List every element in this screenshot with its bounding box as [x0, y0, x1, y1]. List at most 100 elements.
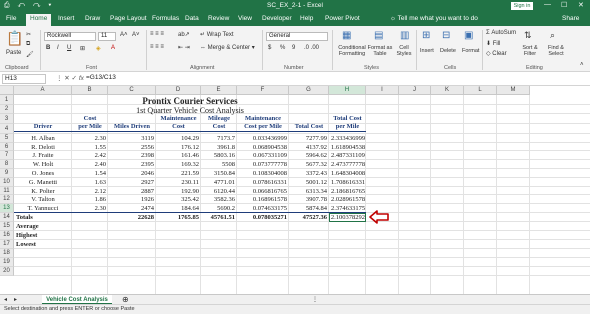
delete-cells-icon[interactable]: ⊟ [442, 30, 450, 41]
tab-view[interactable]: View [238, 15, 252, 22]
row-header-18[interactable]: 18 [0, 249, 14, 258]
column-heading[interactable]: Driver [14, 115, 72, 132]
data-cell[interactable]: 0.108304008 [239, 170, 287, 177]
select-all-corner[interactable] [0, 86, 14, 95]
find-select-icon[interactable]: ⌕ [550, 30, 555, 41]
row-header-16[interactable]: 16 [0, 231, 14, 240]
data-cell[interactable]: 192.90 [158, 188, 199, 195]
collapse-ribbon-icon[interactable]: ˄ [580, 62, 584, 68]
worksheet-grid[interactable]: A B C D E F G H I J K L M 1 2 3 4 5 6 7 8 9 10 11 12 13 14 15 16 17 18… [0, 86, 590, 294]
row-header-2[interactable]: 2 [0, 105, 14, 114]
column-header-a[interactable]: A [14, 86, 72, 95]
row-header-9[interactable]: 9 [0, 169, 14, 178]
maximize-icon[interactable]: ☐ [561, 1, 567, 9]
cut-icon[interactable]: ✂ [26, 31, 31, 38]
data-cell[interactable]: 3372.43 [291, 170, 327, 177]
totals-cell[interactable]: 22628 [110, 214, 154, 221]
data-cell[interactable]: 221.59 [158, 170, 199, 177]
totals-cell[interactable]: 47527.36 [291, 214, 327, 221]
data-cell[interactable]: 2556 [110, 144, 154, 151]
insert-cells-icon[interactable]: ⊞ [422, 30, 430, 41]
conditional-formatting-icon[interactable]: ▦ [342, 30, 351, 41]
cell-styles-icon[interactable]: ▥ [400, 30, 409, 41]
summary-label-cell[interactable]: Highest [16, 232, 70, 239]
percent-button[interactable]: % [280, 45, 285, 51]
borders-icon[interactable]: ⊞ [80, 45, 85, 52]
data-cell[interactable]: 325.42 [158, 196, 199, 203]
orientation-icon[interactable]: ab↗ [178, 31, 190, 38]
formula-input[interactable]: =G13/C13 [86, 74, 116, 81]
tab-formulas[interactable]: Formulas [152, 15, 179, 22]
data-cell[interactable]: 5677.32 [291, 161, 327, 168]
insert-button[interactable]: Insert [420, 48, 434, 54]
data-cell[interactable]: 3150.84 [203, 170, 235, 177]
sheet-subtitle[interactable]: 1st Quarter Vehicle Cost Analysis [14, 106, 366, 115]
data-cell[interactable]: 2395 [110, 161, 154, 168]
data-cell[interactable]: 4137.92 [291, 144, 327, 151]
data-cell[interactable]: 2.12 [74, 188, 106, 195]
data-cell[interactable]: 2398 [110, 152, 154, 159]
driver-name-cell[interactable]: W. Holt [16, 161, 70, 168]
column-heading[interactable]: Maintenance Cost per Mile [237, 115, 289, 132]
minimize-icon[interactable]: — [544, 1, 551, 8]
tell-me-search[interactable]: ☼ Tell me what you want to do [390, 15, 478, 22]
column-heading[interactable]: Miles Driven [108, 115, 156, 132]
prev-sheet-icon[interactable]: ◂ [4, 296, 7, 303]
column-header-f[interactable]: F [237, 86, 289, 95]
data-cell[interactable]: 161.46 [158, 152, 199, 159]
driver-name-cell[interactable]: H. Alban [16, 135, 70, 142]
next-sheet-icon[interactable]: ▸ [14, 296, 17, 303]
data-cell[interactable]: 2.42 [74, 152, 106, 159]
row-header-6[interactable]: 6 [0, 143, 14, 151]
row-header-20[interactable]: 20 [0, 267, 14, 276]
delete-button[interactable]: Delete [440, 48, 456, 54]
column-header-c[interactable]: C [108, 86, 156, 95]
driver-name-cell[interactable]: V. Talton [16, 196, 70, 203]
data-cell[interactable]: 2.333436999 [331, 135, 365, 142]
data-cell[interactable]: 3907.78 [291, 196, 327, 203]
autosum-button[interactable]: Σ AutoSum [486, 30, 516, 36]
row-header-13[interactable]: 13 [0, 204, 14, 213]
number-format-dropdown[interactable]: General [266, 32, 328, 41]
data-cell[interactable]: 1.55 [74, 144, 106, 151]
summary-label-cell[interactable]: Average [16, 223, 70, 230]
format-as-table-button[interactable]: Format as Table [366, 45, 394, 57]
font-size-dropdown[interactable]: 11 [98, 32, 116, 41]
data-cell[interactable]: 5803.16 [203, 152, 235, 159]
row-header-1[interactable]: 1 [0, 95, 14, 105]
data-cell[interactable]: 0.066816765 [239, 188, 287, 195]
data-cell[interactable]: 5001.12 [291, 179, 327, 186]
data-cell[interactable]: 7277.99 [291, 135, 327, 142]
format-cells-icon[interactable]: ▣ [464, 30, 473, 41]
totals-cell[interactable]: 45761.51 [203, 214, 235, 221]
data-cell[interactable]: 1.708616331 [331, 179, 365, 186]
italic-button[interactable]: I [57, 45, 59, 51]
column-header-h[interactable]: H [329, 86, 366, 95]
sign-in-button[interactable]: Sign in [511, 2, 533, 10]
column-header-b[interactable]: B [72, 86, 108, 95]
row-header-10[interactable]: 10 [0, 178, 14, 187]
format-as-table-icon[interactable]: ▤ [374, 30, 383, 41]
data-cell[interactable]: 2.186816765 [331, 188, 365, 195]
data-cell[interactable]: 2.487331109 [331, 152, 365, 159]
data-cell[interactable]: 5964.62 [291, 152, 327, 159]
tab-review[interactable]: Review [208, 15, 229, 22]
selected-cell-h13[interactable]: 2.100378292 [329, 213, 366, 222]
data-cell[interactable]: 3582.36 [203, 196, 235, 203]
column-header-j[interactable]: J [399, 86, 431, 95]
wrap-text-button[interactable]: ↵ Wrap Text [200, 31, 234, 38]
clear-button[interactable]: ◇ Clear [486, 50, 507, 57]
driver-name-cell[interactable]: O. Jones [16, 170, 70, 177]
cell-styles-button[interactable]: Cell Styles [395, 45, 413, 57]
data-cell[interactable]: 1.63 [74, 179, 106, 186]
data-cell[interactable]: 1926 [110, 196, 154, 203]
comma-button[interactable]: 9 [292, 45, 295, 51]
data-cell[interactable]: 5508 [203, 161, 235, 168]
fill-button[interactable]: ⬇ Fill [486, 40, 500, 47]
fill-color-icon[interactable]: ◈ [96, 45, 101, 52]
data-cell[interactable]: 7173.7 [203, 135, 235, 142]
decrease-font-icon[interactable]: A˅ [132, 32, 140, 38]
data-cell[interactable]: 184.64 [158, 205, 199, 212]
column-header-g[interactable]: G [289, 86, 329, 95]
row-header-11[interactable]: 11 [0, 187, 14, 195]
